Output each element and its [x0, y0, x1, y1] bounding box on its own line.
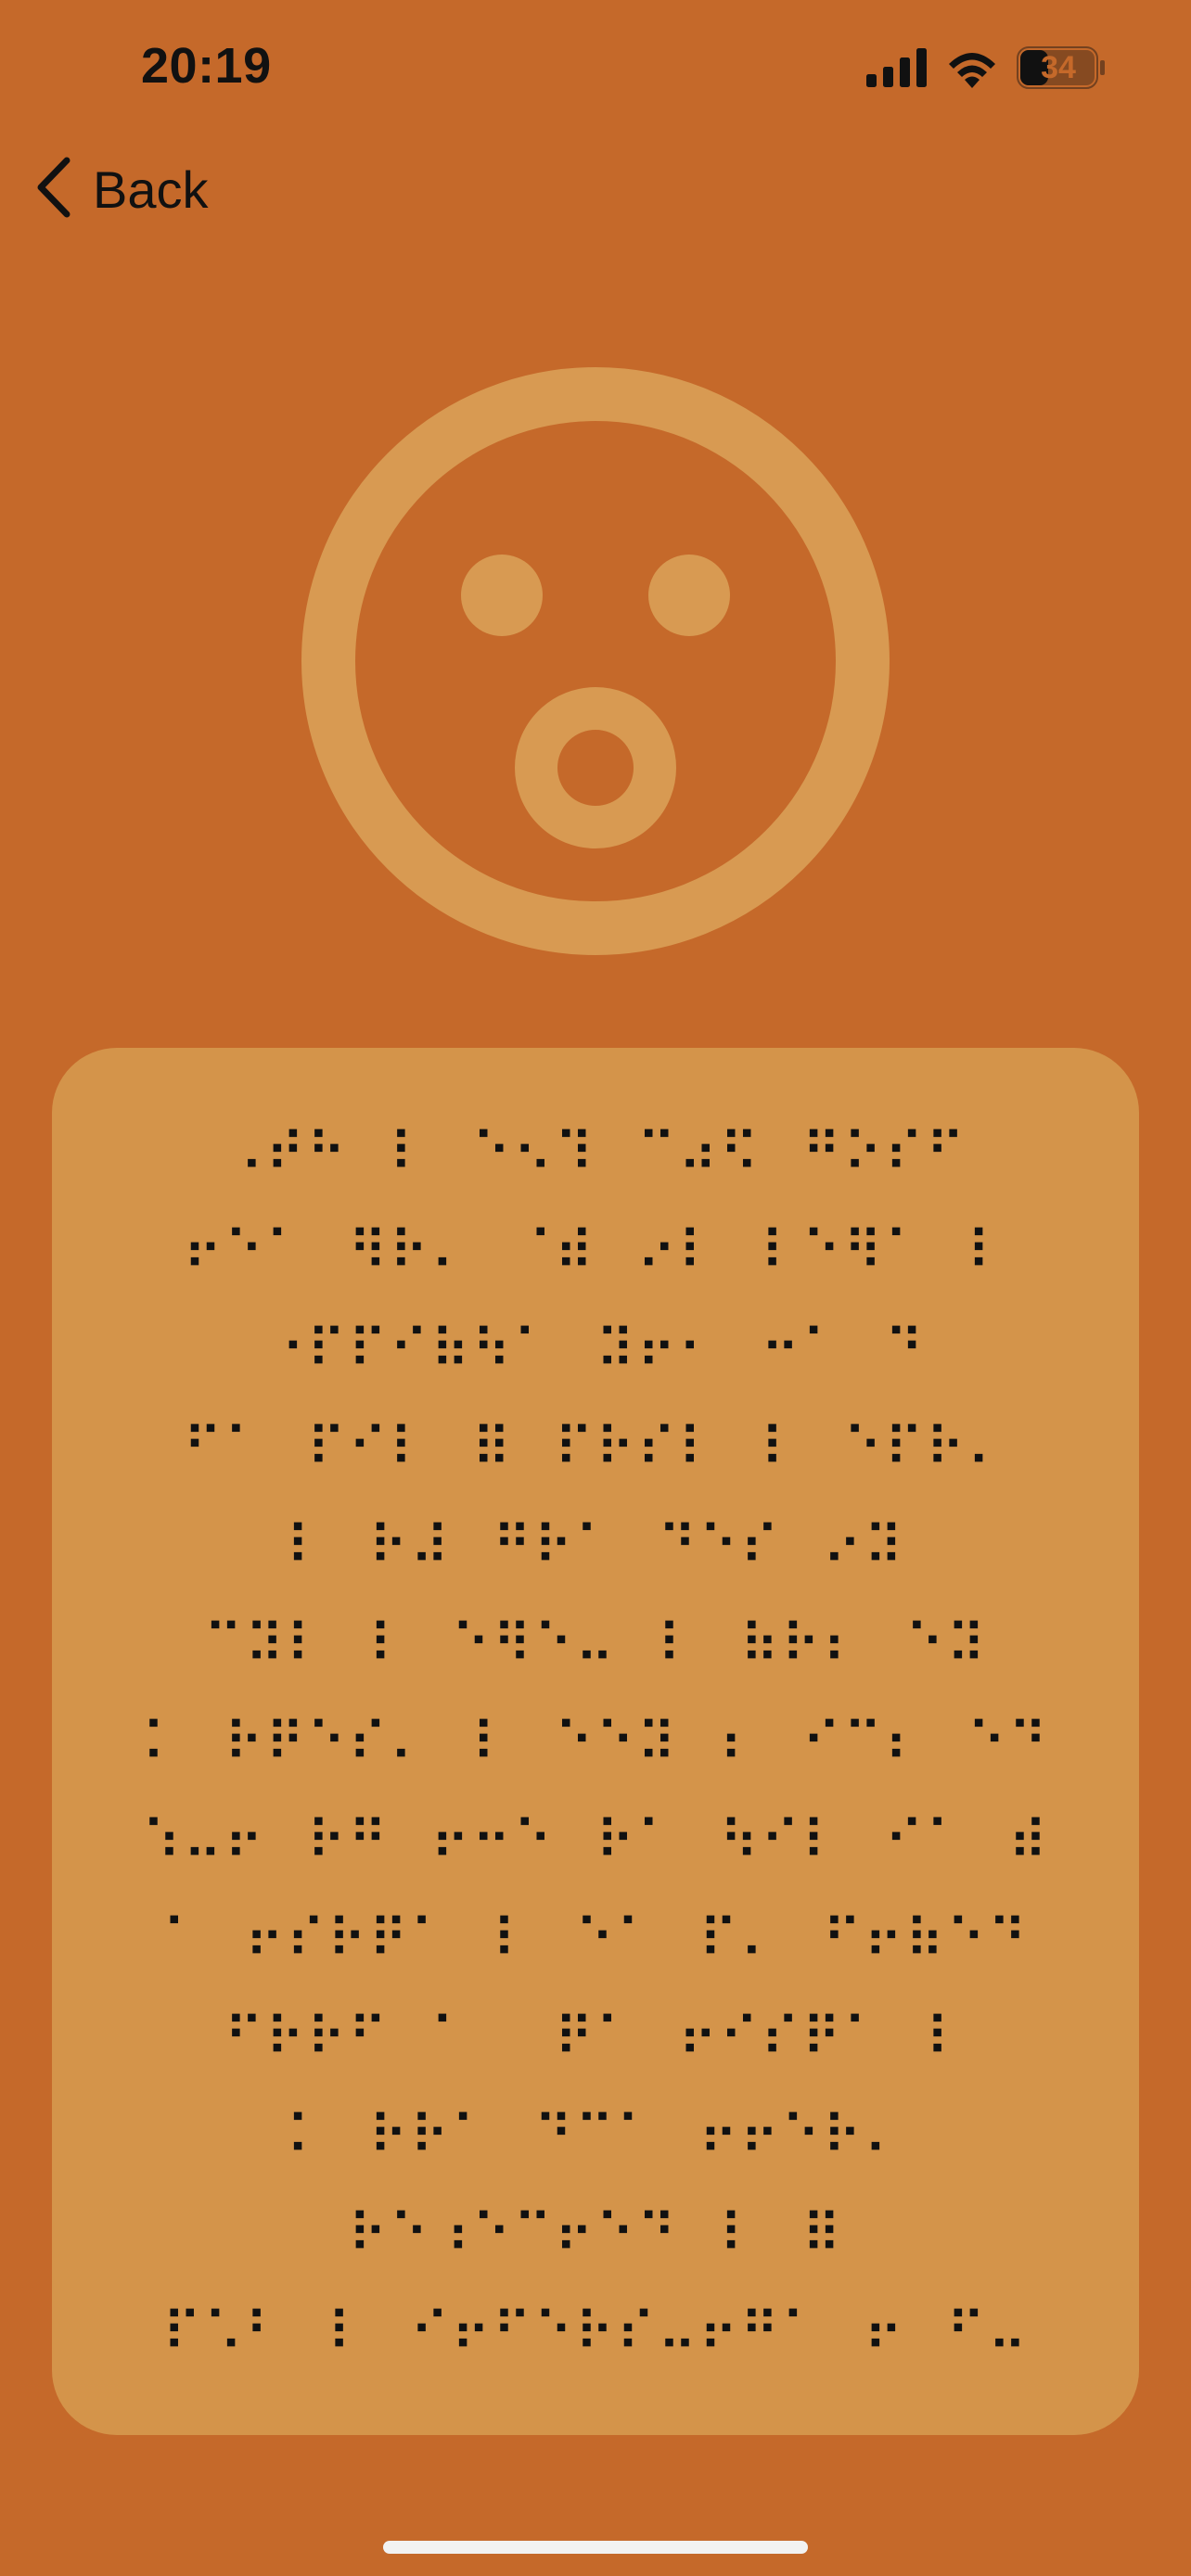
- braille-line: ⠠⠞⠓⠀⠇⠀⠑⠢⠹⠀⠉⠴⠫⠀⠛⠕⠎⠋: [224, 1121, 967, 1184]
- braille-line: ⠁⠀⠖⠎⠗⠟⠁⠀⠇⠀⠑⠁⠀⠏⠄⠀⠋⠖⠷⠑⠙: [161, 1907, 1030, 1970]
- status-bar: 20:19 34: [0, 0, 1191, 139]
- status-time: 20:19: [141, 38, 272, 94]
- wifi-icon: [944, 47, 1000, 88]
- braille-text-card: ⠠⠞⠓⠀⠇⠀⠑⠢⠹⠀⠉⠴⠫⠀⠛⠕⠎⠋ ⠖⠑⠁⠀⠻⠗⠄⠀⠈⠾⠀⠔⠇⠀⠇⠑⠻⠁⠀⠇ …: [52, 1048, 1139, 2435]
- back-button[interactable]: Back: [35, 156, 209, 223]
- braille-line: ⠖⠑⠁⠀⠻⠗⠄⠀⠈⠾⠀⠔⠇⠀⠇⠑⠻⠁⠀⠇: [183, 1219, 1008, 1282]
- battery-level: 34: [1041, 49, 1076, 85]
- braille-line: ⠏⠡⠃⠀⠇⠀⠊⠖⠋⠑⠗⠎⠤⠖⠛⠁⠀⠖⠀⠋⠤: [161, 2301, 1030, 2364]
- back-label: Back: [93, 159, 209, 219]
- surprised-face-icon: [301, 367, 890, 955]
- chevron-left-icon: [35, 157, 72, 223]
- braille-line: ⠐⠏⠏⠊⠷⠳⠁⠀⠽⠖⠂⠀⠒⠁⠀⠙: [265, 1318, 926, 1381]
- braille-line: ⠅⠀⠗⠟⠑⠎⠄⠀⠇⠀⠑⠑⠽⠀⠆⠀⠊⠉⠆⠀⠑⠙: [141, 1711, 1050, 1774]
- braille-line: ⠇⠀⠗⠼⠀⠛⠗⠁⠀⠙⠑⠎⠀⠔⠽: [286, 1514, 905, 1577]
- braille-line: ⠋⠗⠗⠋⠀⠁⠀⠀⠟⠁⠀⠖⠊⠎⠟⠁⠀⠇: [224, 2006, 967, 2069]
- braille-line: ⠗⠑⠰⠑⠉⠖⠑⠙⠀⠇⠀⠿: [348, 2202, 843, 2265]
- braille-line: ⠉⠽⠇⠀⠇⠀⠑⠻⠑⠤⠀⠇⠀⠷⠗⠆⠀⠑⠽: [203, 1613, 988, 1676]
- signal-icon: [866, 48, 928, 87]
- status-icons: 34: [866, 46, 1106, 89]
- battery-icon: 34: [1017, 46, 1106, 89]
- braille-line: ⠅⠀⠗⠗⠁⠀⠙⠉⠁⠀⠖⠖⠑⠗⠄: [286, 2104, 905, 2167]
- braille-line: ⠱⠤⠖⠀⠗⠛⠀⠖⠒⠑⠀⠗⠁⠀⠳⠊⠇⠀⠊⠁⠀⠾: [141, 1809, 1050, 1872]
- home-indicator[interactable]: [383, 2541, 808, 2554]
- braille-line: ⠋⠁⠀⠏⠊⠇⠀⠿⠀⠏⠗⠎⠇⠀⠇⠀⠑⠏⠗⠄: [183, 1416, 1008, 1479]
